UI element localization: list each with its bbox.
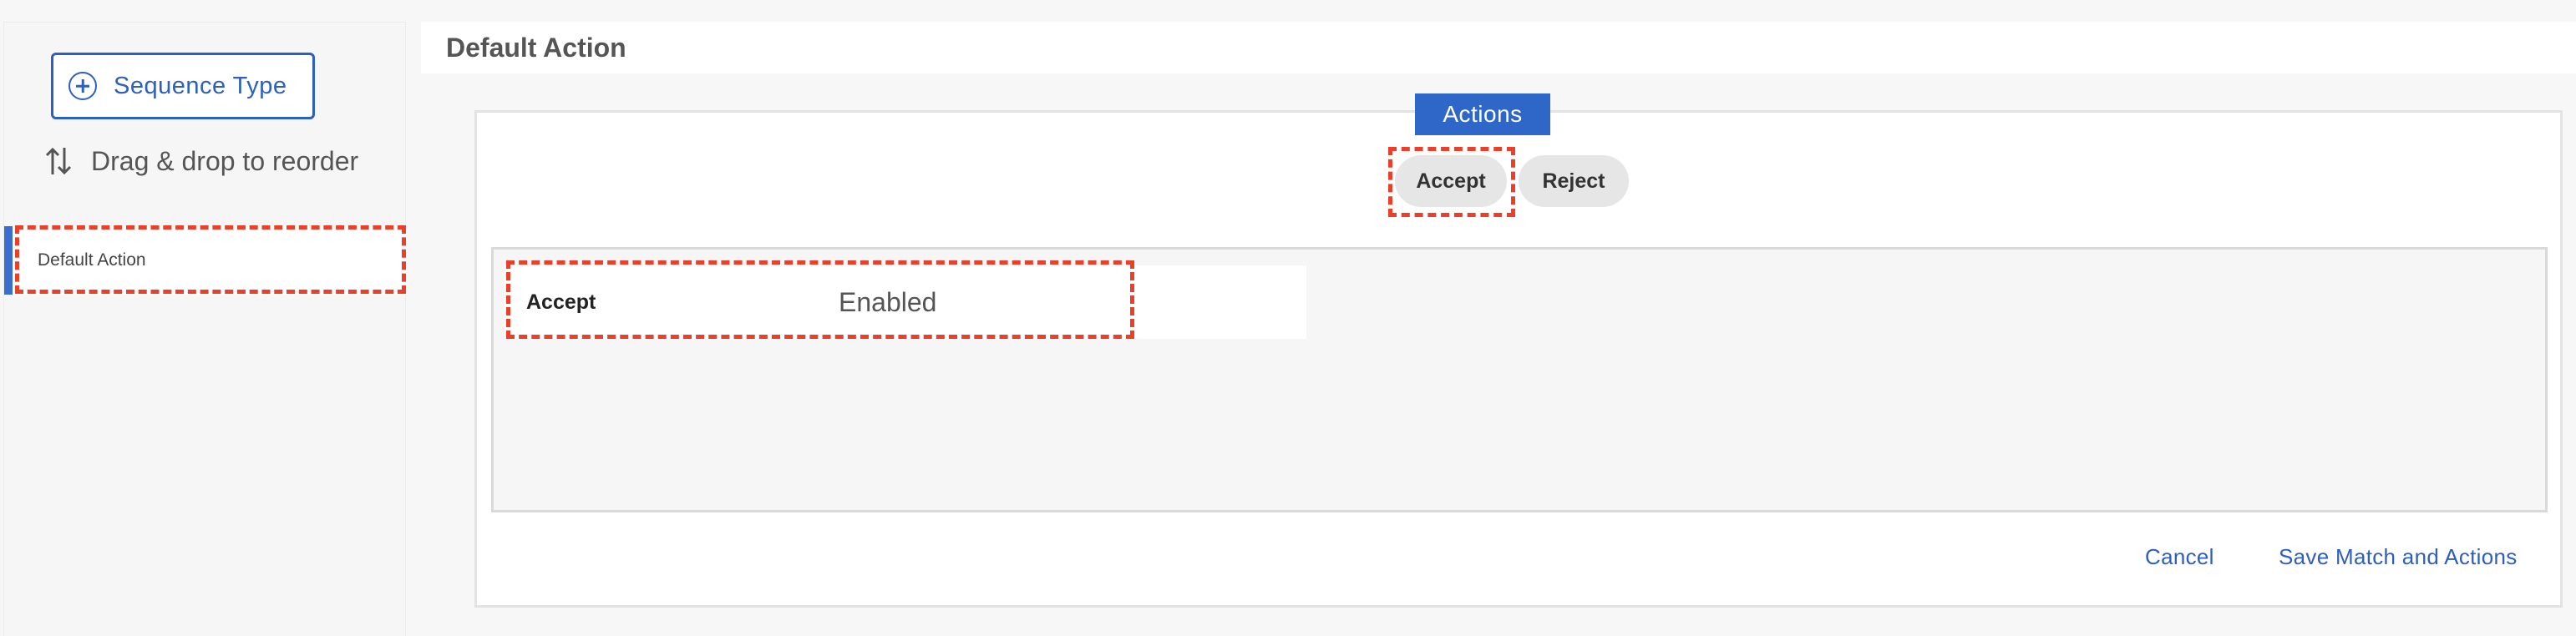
sequence-type-label: Sequence Type <box>114 72 287 99</box>
add-circle-icon <box>68 72 97 100</box>
actions-tab[interactable]: Actions <box>1415 93 1550 135</box>
highlight-box <box>506 260 1134 339</box>
reorder-arrows-icon <box>45 147 72 175</box>
drag-hint-text: Drag & drop to reorder <box>91 145 359 176</box>
reject-action-button[interactable]: Reject <box>1519 155 1629 207</box>
add-sequence-type-button[interactable]: Sequence Type <box>51 53 315 119</box>
drag-reorder-hint: Drag & drop to reorder <box>44 144 358 178</box>
cancel-button[interactable]: Cancel <box>2145 544 2214 570</box>
highlight-box <box>1388 147 1515 217</box>
save-match-actions-button[interactable]: Save Match and Actions <box>2279 544 2518 570</box>
page-title: Default Action <box>446 32 626 63</box>
highlight-box <box>15 225 406 294</box>
page-header: Default Action <box>421 22 2576 73</box>
sequence-panel: Sequence Type Drag & drop to reorder Def… <box>3 22 407 636</box>
